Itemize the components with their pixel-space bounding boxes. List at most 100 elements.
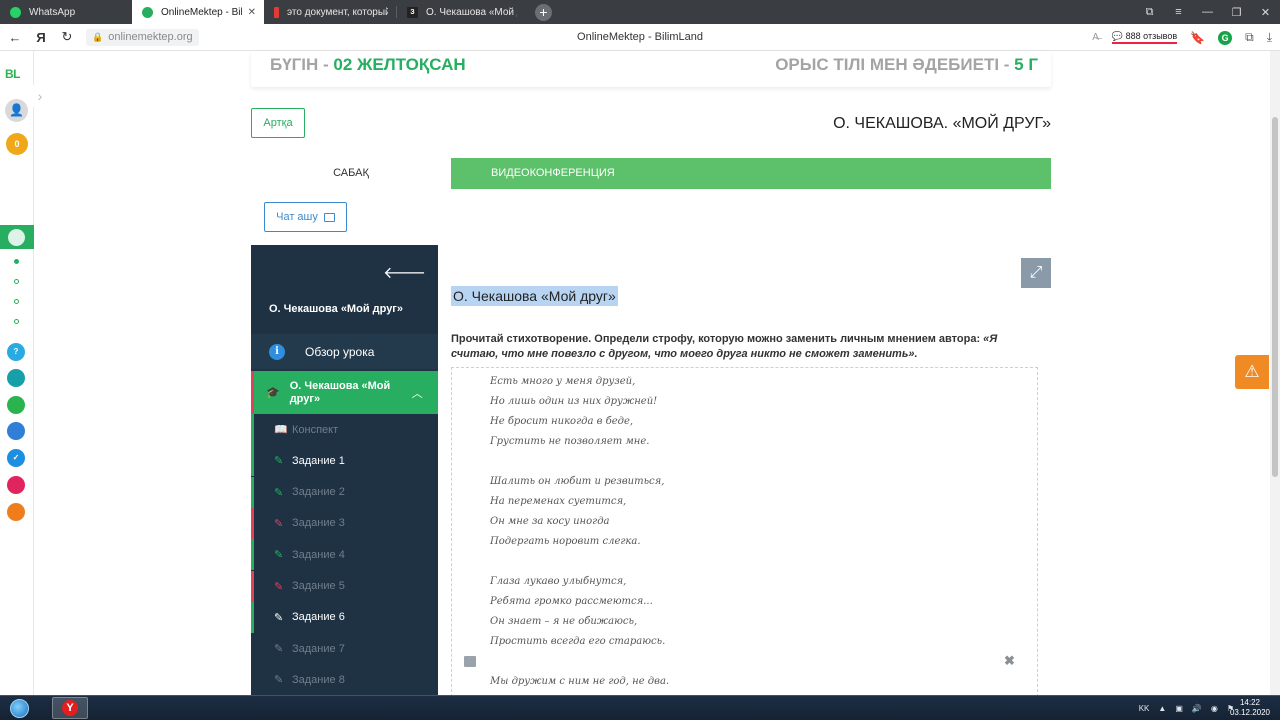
tab-lesson[interactable]: САБАҚ	[251, 158, 451, 189]
app-icon[interactable]	[7, 476, 25, 494]
help-icon[interactable]: ?	[7, 343, 25, 361]
chevron-up-icon: ︿	[411, 387, 423, 400]
document-icon	[274, 6, 279, 18]
taskbar-yandex-browser[interactable]: Y	[52, 697, 88, 719]
coin-counter[interactable]: 0	[6, 133, 28, 155]
window-controls: ⧉ ≡ — ❐ ✕	[1135, 0, 1280, 24]
url-field[interactable]: 🔒 onlinemektep.org	[86, 28, 199, 46]
yandex-browser-icon: Y	[62, 700, 78, 716]
edit-icon: ✎	[274, 674, 284, 687]
report-problem-button[interactable]: ⚠	[1235, 355, 1269, 389]
tab-whatsapp[interactable]: WhatsApp	[0, 0, 132, 24]
task-instruction: Прочитай стихотворение. Определи строфу,…	[451, 333, 998, 360]
app-icon[interactable]	[7, 422, 25, 440]
poem-line: Не бросит никогда в беде,	[490, 416, 634, 427]
tab-poem[interactable]: З О. Чекашова «Мой друг»	[397, 0, 525, 24]
yandex-icon[interactable]: Я	[30, 30, 52, 45]
sidebar-item-task[interactable]: ✎ Задание 1	[251, 445, 438, 477]
sidebar-item-task[interactable]: ✎ Задание 4	[251, 539, 438, 571]
grammarly-icon[interactable]: G	[1218, 30, 1233, 45]
book-icon[interactable]	[464, 656, 476, 667]
download-icon[interactable]: ⤓	[1267, 30, 1272, 45]
fullscreen-button[interactable]: ⤢	[1021, 258, 1051, 288]
sidebar-item-task[interactable]: ✎ Задание 3	[251, 507, 438, 539]
expand-rail-icon[interactable]: ›	[30, 85, 50, 107]
sidebar-item-task[interactable]: ✎ Задание 6	[251, 601, 438, 633]
system-tray: KK ▲ ▣ 🔊 ◉ ⚑	[1139, 696, 1234, 720]
tab-onlinemektep[interactable]: OnlineMektep - BilimLa ✕	[132, 0, 264, 24]
open-chat-button[interactable]: Чат ашу	[264, 202, 347, 232]
tab-videoconference[interactable]: ВИДЕОКОНФЕРЕНЦИЯ	[491, 158, 615, 189]
app-icon[interactable]	[7, 369, 25, 387]
lesson-tabs: САБАҚ ВИДЕОКОНФЕРЕНЦИЯ	[251, 158, 1051, 189]
minimize-icon[interactable]: —	[1193, 6, 1222, 18]
tray-expand-icon[interactable]: ▲	[1158, 704, 1166, 713]
info-icon: i	[269, 343, 285, 360]
collapse-arrow-icon[interactable]: 🡐	[383, 262, 426, 283]
edit-icon: ✎	[274, 486, 284, 499]
sidebar-item-task[interactable]: ✎ Задание 2	[251, 476, 438, 508]
task-title: О. Чекашова «Мой друг»	[451, 286, 618, 306]
translate-icon[interactable]: A̶	[1092, 32, 1099, 43]
reload-icon[interactable]: ↻	[56, 29, 78, 45]
lesson-sidebar: 🡐 О. Чекашова «Мой друг» i Обзор урока 🎓…	[251, 245, 438, 695]
app-icon[interactable]	[7, 503, 25, 521]
poem-line: На переменах суетится,	[490, 496, 627, 507]
rail-dot[interactable]	[14, 279, 19, 284]
sidebar-item-task[interactable]: ✎ Задание 7	[251, 633, 438, 664]
rail-dot[interactable]	[14, 299, 19, 304]
poem-line: Но лишь один из них дружней!	[490, 396, 658, 407]
extensions-icon[interactable]: ⧉	[1245, 30, 1254, 45]
chat-icon	[323, 212, 335, 222]
rail-item-onlinemektep[interactable]	[0, 225, 34, 249]
edit-icon: ✎	[274, 611, 284, 624]
app-icon[interactable]	[7, 396, 25, 414]
menu-icon[interactable]: ≡	[1164, 6, 1193, 18]
edit-icon: ✎	[274, 643, 284, 656]
collections-icon[interactable]: ⧉	[1135, 6, 1164, 19]
tab-document[interactable]: это документ, который со	[264, 0, 396, 24]
close-tab-icon[interactable]: ✕	[248, 7, 256, 18]
windows-logo-icon	[9, 698, 29, 718]
poem-text: Есть много у меня друзей, Но лишь один из…	[490, 372, 669, 692]
lesson-title: О. ЧЕКАШОВА. «МОЙ ДРУГ»	[833, 115, 1051, 132]
poem-line: Подергать норовит слегка.	[490, 536, 641, 547]
poem-line: Мы дружим с ним не год, не два.	[490, 676, 670, 687]
close-icon[interactable]: ✖	[1004, 653, 1015, 669]
bilimland-logo[interactable]: BL	[5, 67, 21, 81]
reviews-badge[interactable]: 💬 888 отзывов	[1111, 31, 1178, 44]
address-bar: OnlineMektep - BilimLand ← Я ↻ 🔒 onlinem…	[0, 24, 1280, 51]
poem-line: Простить всегда его стараюсь.	[490, 636, 666, 647]
sidebar-item-overview[interactable]: i Обзор урока	[251, 334, 438, 369]
onlinemektep-icon	[8, 229, 25, 246]
sidebar-item-task[interactable]: 📖 Конспект	[251, 414, 438, 445]
rail-dot[interactable]	[14, 259, 19, 264]
back-button[interactable]: Артқа	[251, 108, 305, 138]
network-icon[interactable]: ▣	[1175, 704, 1183, 713]
page-scrollbar[interactable]	[1270, 51, 1280, 695]
checklist-icon[interactable]: ✓	[7, 449, 25, 467]
new-tab-button[interactable]: +	[535, 3, 552, 21]
start-button[interactable]	[2, 696, 36, 720]
rail-dot[interactable]	[14, 319, 19, 324]
volume-icon[interactable]: 🔊	[1192, 704, 1202, 713]
sidebar-item-task[interactable]: ✎ Задание 8	[251, 664, 438, 695]
poem-line: Грустить не позволяет мне.	[490, 436, 650, 447]
clock: 14:22 03.12.2020	[1229, 698, 1270, 717]
language-indicator[interactable]: KK	[1139, 704, 1150, 713]
poem-box: Есть много у меня друзей, Но лишь один из…	[451, 367, 1038, 697]
sidebar-item-task[interactable]: ✎ Задание 5	[251, 570, 438, 602]
book-open-icon: 📖	[274, 424, 288, 436]
avatar[interactable]: 👤	[5, 99, 28, 122]
yandex-disk-icon[interactable]: ◉	[1211, 704, 1218, 713]
address-bar-tools: A̶ 💬 888 отзывов 🔖 G ⧉ ⤓	[1092, 24, 1272, 51]
scrollbar-thumb[interactable]	[1272, 117, 1278, 477]
restore-icon[interactable]: ❐	[1222, 6, 1251, 19]
bookmark-icon[interactable]: 🔖	[1190, 31, 1205, 45]
close-icon[interactable]: ✕	[1251, 6, 1280, 19]
subject-heading: ОРЫС ТІЛІ МЕН ӘДЕБИЕТІ - 5 Г	[775, 55, 1038, 74]
edit-icon: ✎	[274, 580, 284, 593]
poem-line: Глаза лукаво улыбнутся,	[490, 576, 627, 587]
back-arrow-icon[interactable]: ←	[4, 30, 26, 45]
sidebar-item-current-lesson[interactable]: 🎓 О. Чекашова «Мой друг» ︿	[251, 371, 438, 414]
